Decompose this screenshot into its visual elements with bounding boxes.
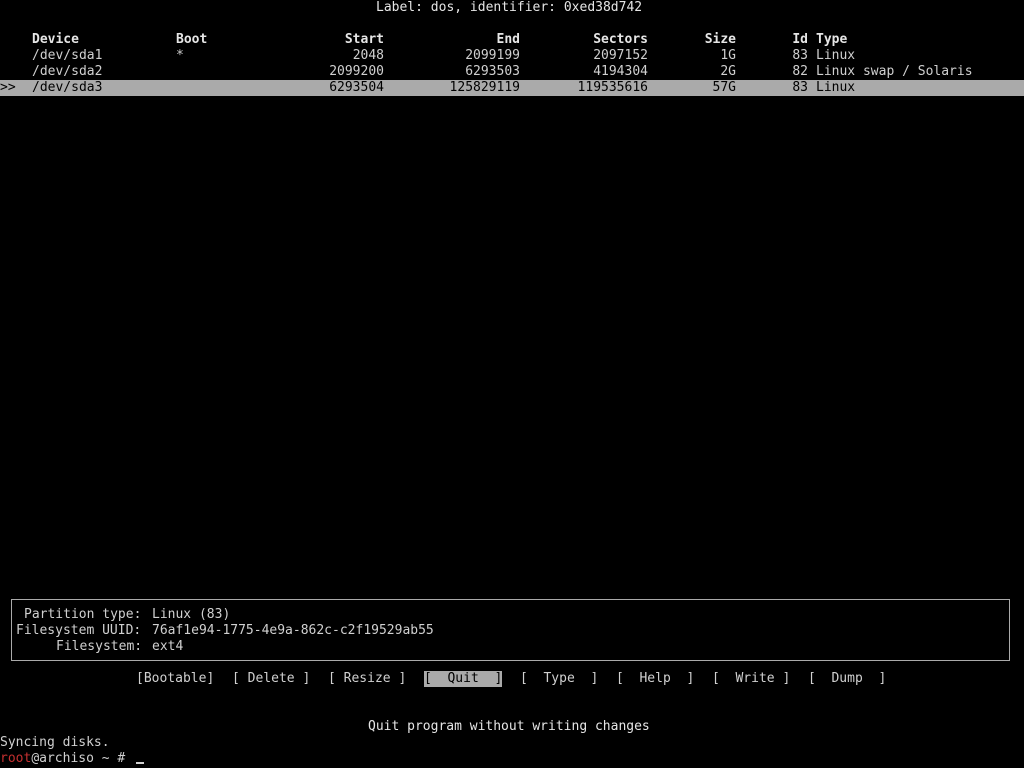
filesystem-uuid-label: Filesystem UUID: xyxy=(16,623,142,638)
col-size: Size xyxy=(704,32,736,47)
col-id: Id xyxy=(792,32,808,47)
text-cursor xyxy=(136,762,144,764)
id-cell: 83 xyxy=(792,80,808,95)
id-cell: 82 xyxy=(792,64,808,79)
partition-type-label: Partition type: xyxy=(24,607,142,622)
delete-button[interactable]: [ Delete ] xyxy=(232,671,310,687)
write-button[interactable]: [ Write ] xyxy=(712,671,790,687)
start-cell: 2048 xyxy=(352,48,384,63)
id-cell: 83 xyxy=(792,48,808,63)
type-cell: Linux swap / Solaris xyxy=(816,64,973,79)
device-cell: /dev/sda1 xyxy=(32,48,103,63)
end-cell: 125829119 xyxy=(449,80,520,95)
boot-cell: * xyxy=(176,48,184,63)
shell-prompt[interactable]: root@archiso ~ # xyxy=(0,751,133,767)
device-cell: /dev/sda2 xyxy=(32,64,103,79)
type-cell: Linux xyxy=(816,80,856,95)
terminal-output: Syncing disks. xyxy=(0,735,110,750)
partition-type-value: Linux (83) xyxy=(152,607,231,622)
sectors-cell: 119535616 xyxy=(577,80,648,95)
size-cell: 1G xyxy=(720,48,736,63)
partition-row[interactable]: /dev/sda1 * 2048 2099199 2097152 1G 83 L… xyxy=(0,48,1024,64)
quit-button[interactable]: [ Quit ] xyxy=(424,671,503,687)
type-cell: Linux xyxy=(816,48,856,63)
help-button[interactable]: [ Help ] xyxy=(616,671,694,687)
col-end: End xyxy=(496,32,520,47)
table-header: Device Boot Start End Sectors Size Id Ty… xyxy=(0,32,1024,48)
device-cell: /dev/sda3 xyxy=(32,80,103,95)
start-cell: 6293504 xyxy=(329,80,384,95)
disk-label: Label: dos, identifier: 0xed38d742 xyxy=(376,0,643,15)
col-sectors: Sectors xyxy=(593,32,648,47)
partition-row[interactable]: /dev/sda2 2099200 6293503 4194304 2G 82 … xyxy=(0,64,1024,80)
end-cell: 2099199 xyxy=(465,48,520,63)
start-cell: 2099200 xyxy=(329,64,384,79)
sectors-cell: 2097152 xyxy=(593,48,648,63)
partition-row-selected[interactable]: >> /dev/sda3 6293504 125829119 119535616… xyxy=(0,80,1024,96)
col-type: Type xyxy=(816,32,848,47)
prompt-user: root xyxy=(0,751,32,766)
filesystem-value: ext4 xyxy=(152,639,184,654)
col-boot: Boot xyxy=(176,32,208,47)
partition-info-box: Partition type: Linux (83) Filesystem UU… xyxy=(11,599,1010,661)
filesystem-label: Filesystem: xyxy=(56,639,143,654)
sectors-cell: 4194304 xyxy=(593,64,648,79)
col-device: Device xyxy=(32,32,79,47)
size-cell: 2G xyxy=(720,64,736,79)
col-start: Start xyxy=(344,32,384,47)
bootable-button[interactable]: [Bootable] xyxy=(136,671,214,687)
dump-button[interactable]: [ Dump ] xyxy=(808,671,886,687)
resize-button[interactable]: [ Resize ] xyxy=(328,671,406,687)
prompt-host: @archiso ~ # xyxy=(31,751,134,766)
menu-hint: Quit program without writing changes xyxy=(368,719,650,734)
end-cell: 6293503 xyxy=(465,64,520,79)
row-marker: >> xyxy=(0,80,16,95)
type-button[interactable]: [ Type ] xyxy=(520,671,598,687)
size-cell: 57G xyxy=(712,80,736,95)
filesystem-uuid-value: 76af1e94-1775-4e9a-862c-c2f19529ab55 xyxy=(152,623,434,638)
